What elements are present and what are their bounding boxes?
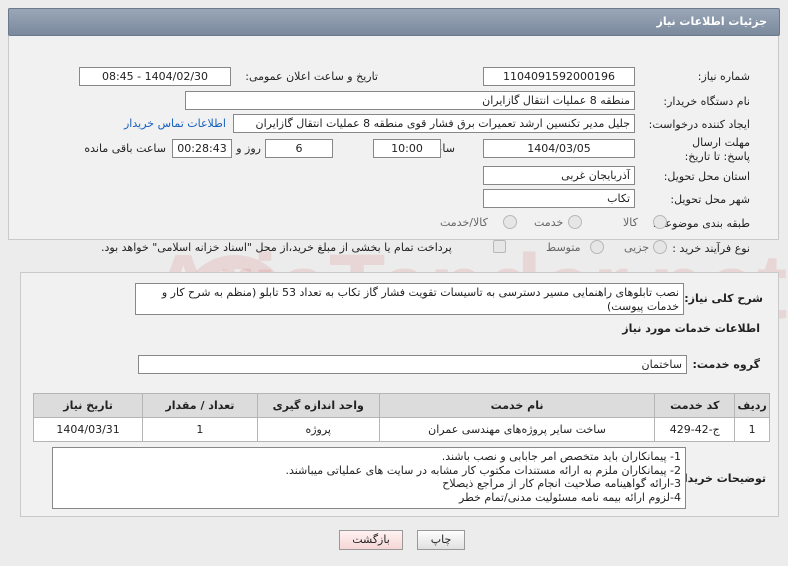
col-service-name: نام خدمت: [378, 393, 656, 418]
col-quantity: تعداد / مقدار: [142, 393, 258, 418]
creator-label: ایجاد کننده درخواست:: [648, 118, 750, 131]
creator-field: جلیل مدیر تکنسین ارشد تعمیرات برق فشار ق…: [233, 114, 635, 133]
cell-row: 1: [734, 417, 770, 442]
buyer-note-line: 1- پیمانکاران باید متخصص امر جابابی و نص…: [441, 450, 681, 463]
process-label: نوع فرآیند خرید :: [672, 242, 750, 255]
process-medium-label: متوسط: [546, 241, 581, 254]
category-service-radio[interactable]: [568, 215, 582, 229]
need-number-label: شماره نیاز:: [697, 70, 750, 83]
col-service-code: کد خدمت: [654, 393, 736, 418]
cell-service-code: ج-42-429: [654, 417, 736, 442]
col-row: ردیف: [734, 393, 770, 418]
remaining-time-field: 00:28:43: [172, 139, 232, 158]
col-unit: واحد اندازه گیری: [256, 393, 380, 418]
announce-label: تاریخ و ساعت اعلان عمومی:: [245, 70, 378, 83]
summary-label: شرح کلی نیاز:: [684, 292, 763, 305]
table-row: 1 ج-42-429 ساخت سایر پروژه‌های مهندسی عم…: [32, 417, 770, 442]
category-label: طبقه بندی موضوعی:: [652, 217, 750, 230]
print-button[interactable]: چاپ: [417, 530, 465, 550]
remaining-label: ساعت باقی مانده: [84, 142, 166, 155]
process-minor-label: جزیی: [624, 241, 650, 254]
buyer-notes-label: توضیحات خریدار:: [673, 472, 766, 485]
buyer-notes-textarea[interactable]: 1- پیمانکاران باید متخصص امر جابابی و نص…: [52, 447, 686, 509]
cell-quantity: 1: [142, 417, 258, 442]
process-minor-radio[interactable]: [653, 240, 667, 254]
need-number-field: 1104091592000196: [483, 67, 635, 86]
buyer-label: نام دستگاه خریدار:: [663, 95, 750, 108]
table-header-row: ردیف کد خدمت نام خدمت واحد اندازه گیری ت…: [32, 393, 770, 418]
buyer-field: منطقه 8 عملیات انتقال گازایران: [185, 91, 635, 110]
cell-need-date: 1404/03/31: [32, 417, 144, 442]
buyer-contact-link[interactable]: اطلاعات تماس خریدار: [124, 117, 226, 130]
province-label: استان محل تحویل:: [663, 170, 750, 183]
process-medium-radio[interactable]: [590, 240, 604, 254]
back-button[interactable]: بازگشت: [339, 530, 403, 550]
announce-datetime-field: 1404/02/30 - 08:45: [79, 67, 231, 86]
service-group-label: گروه خدمت:: [692, 358, 760, 371]
summary-textarea[interactable]: نصب تابلوهای راهنمایی مسیر دسترسی به تاس…: [135, 283, 684, 315]
services-title: اطلاعات خدمات مورد نیاز: [622, 322, 760, 335]
category-goods-label: کالا: [623, 216, 638, 229]
cell-unit: پروژه: [256, 417, 380, 442]
service-group-field: ساختمان: [138, 355, 687, 374]
city-label: شهر محل تحویل:: [670, 193, 750, 206]
treasury-checkbox[interactable]: [493, 240, 506, 253]
city-field: تکاب: [483, 189, 635, 208]
buyer-note-line: 4-لزوم ارائه بیمه نامه مسئولیت مدنی/تمام…: [459, 490, 681, 504]
col-need-date: تاریخ نیاز: [32, 393, 144, 418]
cell-service-name: ساخت سایر پروژه‌های مهندسی عمران: [378, 417, 656, 442]
buyer-note-line: 2- پیمانکاران ملزم به ارائه مستندات مکتو…: [285, 463, 681, 477]
category-goods-radio[interactable]: [653, 215, 667, 229]
payment-note: پرداخت تمام یا بخشی از مبلغ خرید،از محل …: [101, 241, 452, 254]
province-field: آذربایجان غربی: [483, 166, 635, 185]
deadline-date-field: 1404/03/05: [483, 139, 635, 158]
days-label: روز و: [236, 142, 261, 155]
days-field: 6: [265, 139, 333, 158]
buyer-note-line: 3-ارائه گواهینامه صلاحیت انجام کار از مر…: [442, 477, 681, 490]
deadline-time-field: 10:00: [373, 139, 441, 158]
deadline-label: مهلت ارسال پاسخ: تا تاریخ:: [684, 136, 750, 163]
category-goods-service-label: کالا/خدمت: [440, 216, 488, 229]
panel-header: جزئیات اطلاعات نیاز: [8, 8, 780, 36]
category-service-label: خدمت: [534, 216, 564, 229]
category-goods-service-radio[interactable]: [503, 215, 517, 229]
services-table: ردیف کد خدمت نام خدمت واحد اندازه گیری ت…: [32, 393, 770, 442]
